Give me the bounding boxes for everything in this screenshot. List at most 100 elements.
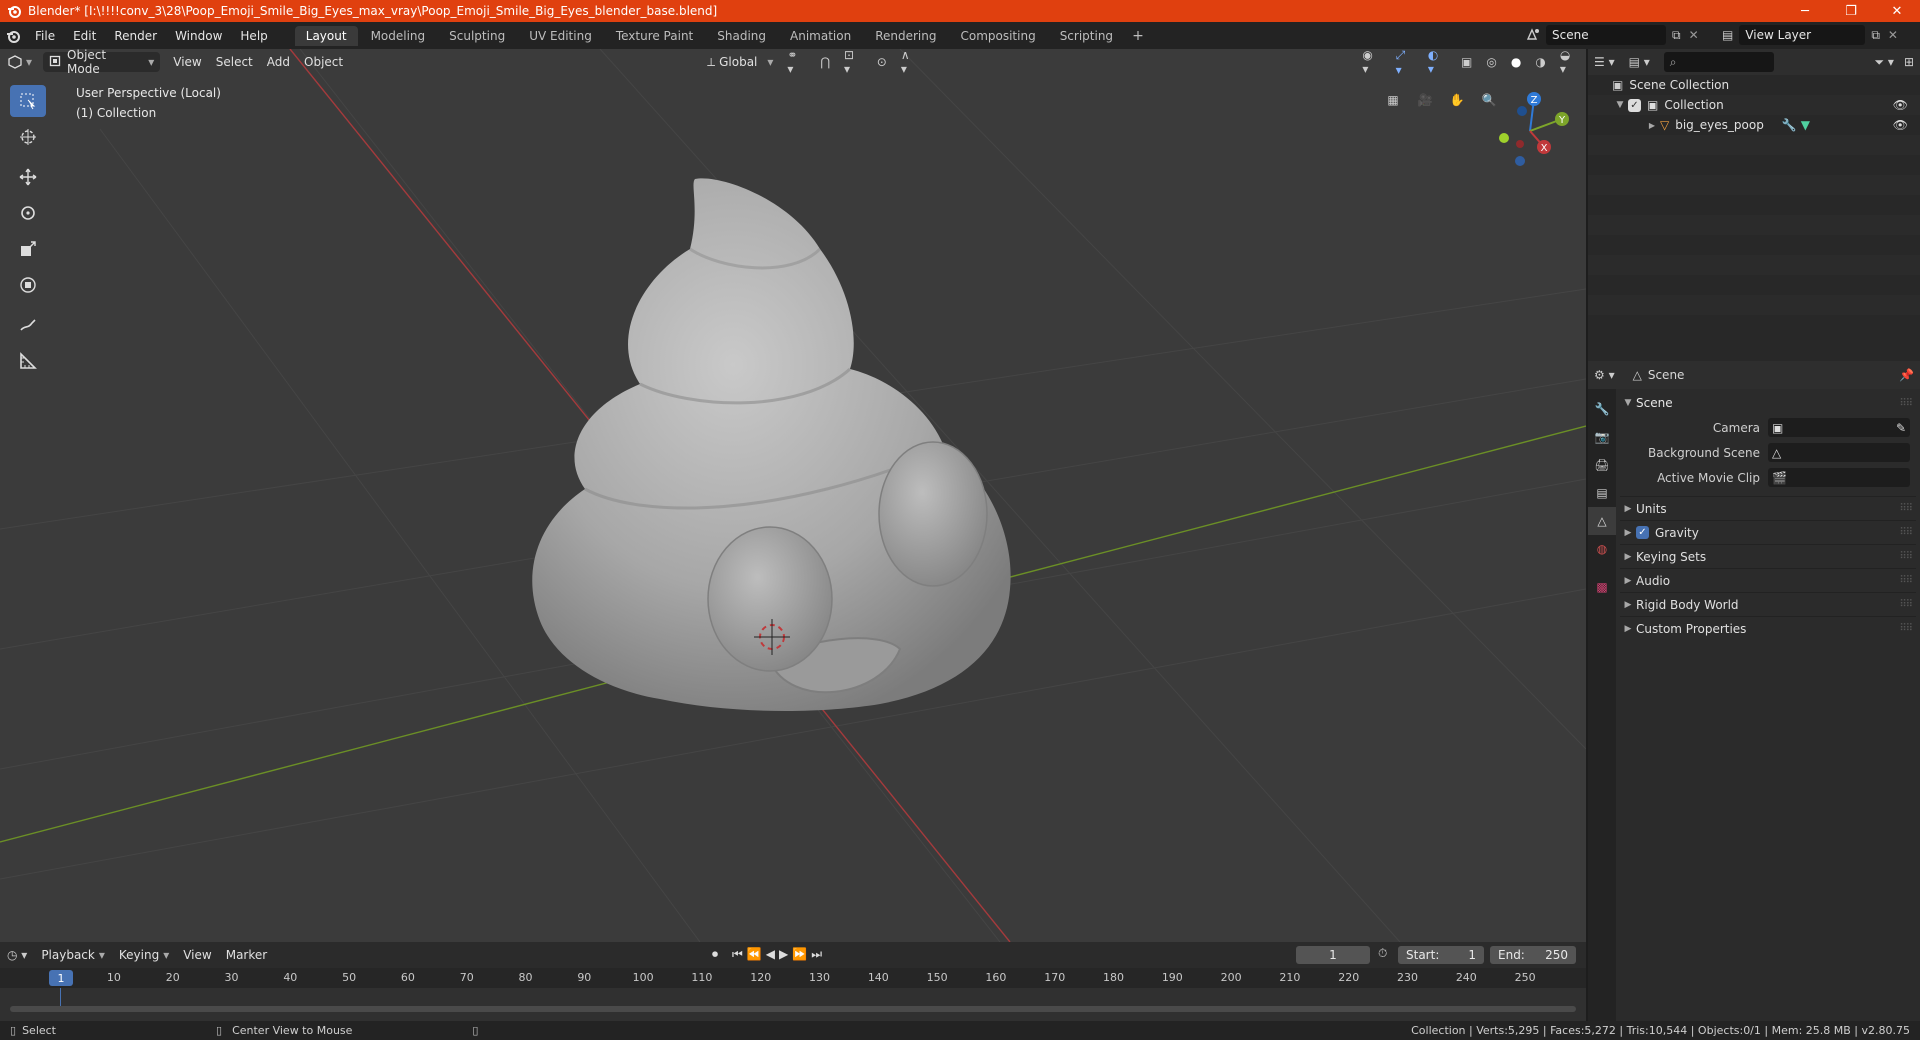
tab-texture[interactable]: ▩: [1588, 573, 1616, 601]
maximize-button[interactable]: ❐: [1828, 0, 1874, 22]
drag-grip-icon[interactable]: ⠿⠿: [1899, 575, 1913, 586]
editor-type-button[interactable]: ▾: [0, 52, 39, 72]
gravity-panel[interactable]: ▶ ✓ Gravity ⠿⠿: [1620, 520, 1916, 544]
jump-end-button[interactable]: ⏭: [811, 947, 822, 962]
eyedropper-icon[interactable]: ✎: [1896, 421, 1906, 435]
annotate-tool[interactable]: [10, 309, 46, 341]
record-button[interactable]: ⏺: [712, 947, 718, 962]
scene-name-field[interactable]: Scene: [1546, 25, 1666, 45]
tab-output[interactable]: 🖨: [1588, 451, 1616, 479]
gizmo-toggle[interactable]: ⤢ ▾: [1389, 49, 1421, 77]
properties-editor-icon[interactable]: ⚙ ▾: [1594, 368, 1615, 382]
axis-gizmo[interactable]: Z Y X: [1490, 89, 1570, 169]
units-panel[interactable]: ▶ Units ⠿⠿: [1620, 496, 1916, 520]
scene-panel-header[interactable]: ▼ Scene ⠿⠿: [1620, 391, 1916, 415]
visibility-toggle[interactable]: ◉ ▾: [1355, 49, 1388, 76]
camera-field[interactable]: ▣ ✎: [1768, 418, 1910, 437]
drag-grip-icon[interactable]: ⠿⠿: [1899, 503, 1913, 514]
cursor-tool[interactable]: [10, 121, 46, 153]
drag-grip-icon[interactable]: ⠿⠿: [1899, 527, 1913, 538]
pan-view-button[interactable]: ✋: [1444, 87, 1470, 113]
tab-scripting[interactable]: Scripting: [1049, 26, 1124, 46]
mesh-data-icon[interactable]: ▼: [1801, 118, 1810, 132]
expand-arrow-icon[interactable]: ▶: [1644, 121, 1660, 130]
select-box-tool[interactable]: [10, 85, 46, 117]
viewport-menu-add[interactable]: Add: [260, 52, 297, 72]
tab-texture-paint[interactable]: Texture Paint: [605, 26, 704, 46]
collection-checkbox[interactable]: ✓: [1628, 98, 1641, 112]
expand-arrow-icon[interactable]: ▼: [1612, 100, 1628, 110]
collection-eye-icon[interactable]: 👁: [1893, 98, 1908, 112]
marker-menu[interactable]: Marker: [219, 945, 274, 965]
end-frame-field[interactable]: End: 250: [1490, 946, 1576, 964]
viewport-menu-view[interactable]: View: [166, 52, 208, 72]
stopwatch-icon[interactable]: ⏱: [1378, 946, 1387, 961]
custom-properties-panel[interactable]: ▶ Custom Properties ⠿⠿: [1620, 616, 1916, 640]
transform-orientation-dropdown[interactable]: ⟂ Global ▾: [700, 52, 780, 72]
playback-menu[interactable]: Playback ▾: [34, 945, 112, 965]
close-button[interactable]: ✕: [1874, 0, 1920, 22]
tab-tool-settings[interactable]: 🔧: [1588, 395, 1616, 423]
add-workspace-button[interactable]: +: [1126, 28, 1150, 44]
shading-solid[interactable]: ●: [1504, 52, 1528, 72]
viewport-menu-select[interactable]: Select: [209, 52, 260, 72]
timeline-view-menu[interactable]: View: [176, 945, 218, 965]
scene-selector[interactable]: Scene ⧉ ✕: [1526, 25, 1706, 45]
outliner-row-collection[interactable]: ▼ ✓ ▣ Collection 👁: [1588, 95, 1920, 115]
pivot-point-button[interactable]: ⚭ ▾: [780, 49, 813, 76]
background-scene-field[interactable]: △: [1768, 443, 1910, 462]
shading-rendered[interactable]: ◒ ▾: [1553, 49, 1586, 76]
menu-help[interactable]: Help: [231, 29, 276, 43]
menu-render[interactable]: Render: [105, 29, 166, 43]
menu-edit[interactable]: Edit: [64, 29, 105, 43]
shading-wireframe[interactable]: ◎: [1479, 52, 1503, 72]
start-frame-field[interactable]: Start: 1: [1398, 946, 1484, 964]
scene-remove-icon[interactable]: ✕: [1689, 28, 1699, 42]
view-layer-copy-icon[interactable]: ⧉: [1871, 28, 1880, 43]
toggle-perspective-button[interactable]: ▦: [1380, 87, 1406, 113]
tab-rendering[interactable]: Rendering: [864, 26, 947, 46]
poop-emoji-model[interactable]: [532, 178, 1011, 711]
filter-icon[interactable]: ⏷ ▾: [1874, 55, 1893, 70]
falloff-button[interactable]: ∧ ▾: [894, 49, 926, 76]
tab-render[interactable]: 📷: [1588, 423, 1616, 451]
tab-shading[interactable]: Shading: [706, 26, 777, 46]
overlay-toggle[interactable]: ◐ ▾: [1421, 49, 1454, 76]
timeline-ruler[interactable]: 1 10 20 30 40 50 60 70 80 90 100 110 120 130 140 150 16…: [0, 968, 1586, 988]
tab-animation[interactable]: Animation: [779, 26, 862, 46]
snap-toggle[interactable]: ⋂: [813, 52, 837, 72]
drag-grip-icon[interactable]: ⠿⠿: [1899, 623, 1913, 634]
tab-compositing[interactable]: Compositing: [949, 26, 1046, 46]
timeline-track-area[interactable]: [0, 988, 1586, 1021]
prev-keyframe-button[interactable]: ⏪: [747, 947, 762, 962]
minimize-button[interactable]: ─: [1782, 0, 1828, 22]
timeline-editor-type-button[interactable]: ◷ ▾: [0, 945, 34, 965]
viewport-menu-object[interactable]: Object: [297, 52, 350, 72]
current-frame-field[interactable]: 1: [1296, 946, 1370, 964]
next-keyframe-button[interactable]: ⏩: [792, 947, 807, 962]
tab-uv-editing[interactable]: UV Editing: [518, 26, 603, 46]
display-mode-icon[interactable]: ▤ ▾: [1629, 55, 1650, 69]
rigid-body-world-panel[interactable]: ▶ Rigid Body World ⠿⠿: [1620, 592, 1916, 616]
tab-layout[interactable]: Layout: [294, 25, 358, 46]
outliner-row-scene-collection[interactable]: ▣ Scene Collection: [1588, 75, 1920, 95]
measure-tool[interactable]: [10, 345, 46, 377]
rotate-tool[interactable]: [10, 197, 46, 229]
transform-tool[interactable]: [10, 269, 46, 301]
object-mode-dropdown[interactable]: Object Mode ▾: [43, 49, 161, 76]
timeline-scrollbar[interactable]: [10, 1006, 1576, 1012]
view-layer-selector[interactable]: ▤ View Layer ⧉ ✕: [1722, 25, 1912, 45]
tab-world[interactable]: ◍: [1588, 535, 1616, 563]
shading-material[interactable]: ◑: [1528, 52, 1552, 72]
active-movie-clip-field[interactable]: 🎬: [1768, 468, 1910, 487]
pin-icon[interactable]: 📌: [1899, 368, 1914, 382]
proportional-edit-toggle[interactable]: ⊙: [870, 52, 894, 72]
outliner-editor-icon[interactable]: ☰ ▾: [1594, 55, 1615, 69]
scale-tool[interactable]: [10, 233, 46, 265]
tab-scene[interactable]: △: [1588, 507, 1616, 535]
gravity-checkbox[interactable]: ✓: [1636, 526, 1649, 539]
audio-panel[interactable]: ▶ Audio ⠿⠿: [1620, 568, 1916, 592]
play-reverse-button[interactable]: ◀: [766, 947, 775, 962]
view-layer-name-field[interactable]: View Layer: [1739, 25, 1866, 45]
outliner-search-input[interactable]: ⌕: [1663, 52, 1774, 72]
